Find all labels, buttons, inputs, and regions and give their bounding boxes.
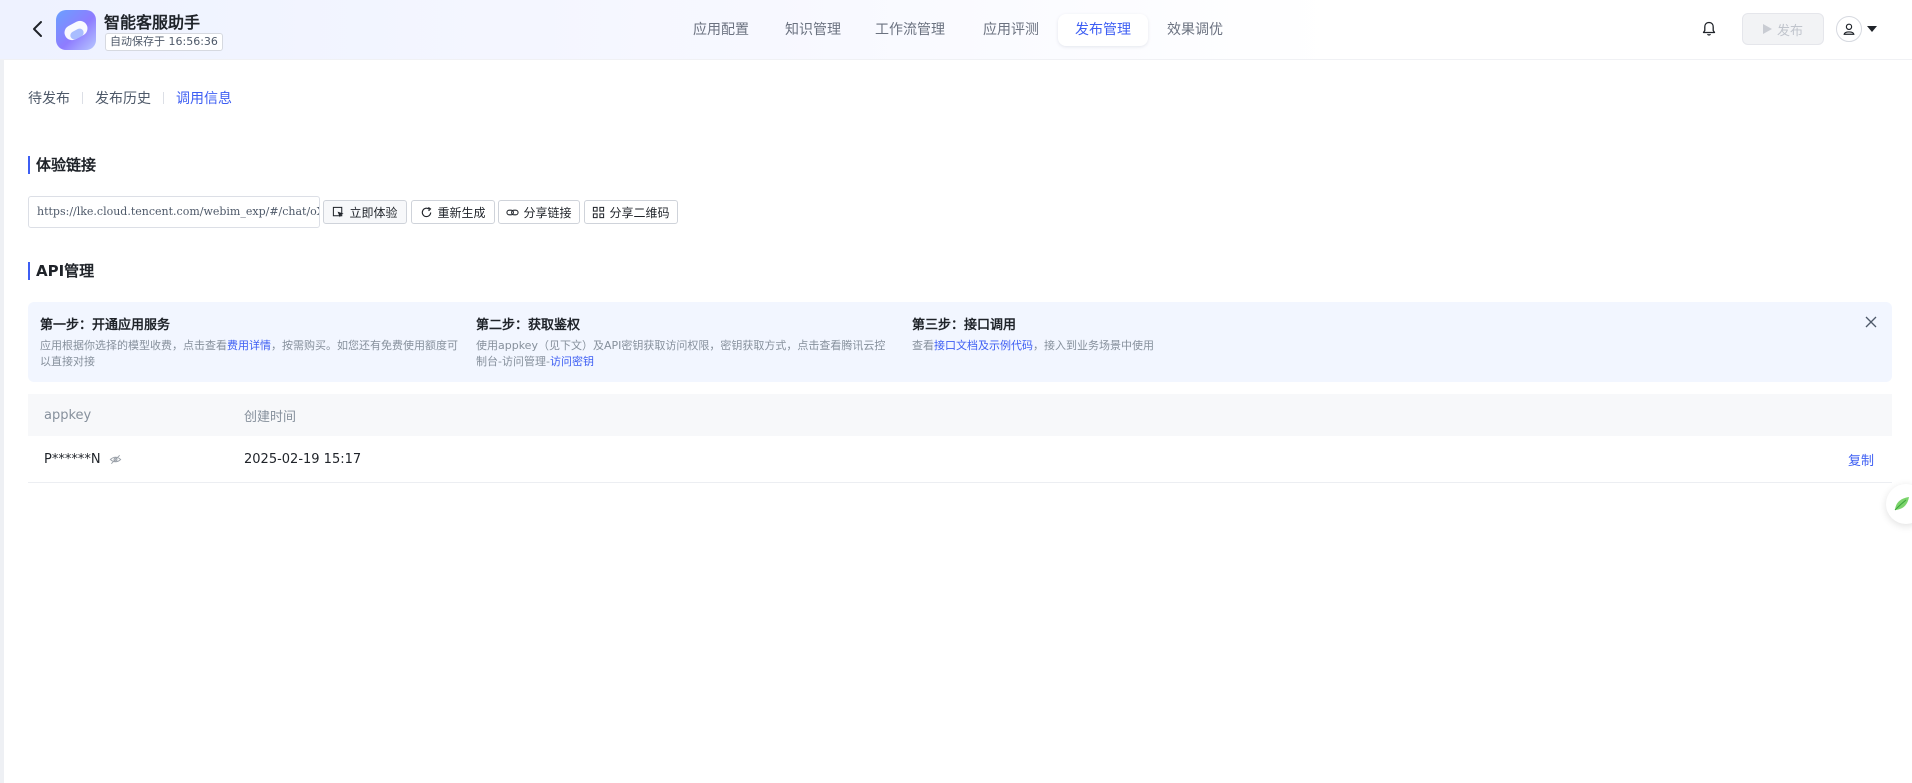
appkey-cell: P******N [44,452,122,467]
nav-evaluation[interactable]: 应用评测 [978,14,1044,46]
step-2-title: 第二步：获取鉴权 [476,318,581,333]
publish-button-label: 发布 [1776,23,1803,39]
step-2: 第二步：获取鉴权 使用appkey（见下文）及API密钥获取访问权限，密钥获取方… [476,314,896,370]
left-edge-border [0,0,4,783]
try-now-button[interactable]: 立即体验 [323,200,407,224]
regenerate-button[interactable]: 重新生成 [411,200,495,224]
api-docs-link[interactable]: 接口文档及示例代码 [934,339,1033,352]
step-1-text: 应用根据你选择的模型收费，点击查看 [40,339,227,352]
nav-app-config[interactable]: 应用配置 [688,14,754,46]
column-header-created: 创建时间 [244,409,297,425]
close-icon[interactable] [1864,314,1878,328]
try-now-label: 立即体验 [349,205,398,220]
share-link-button[interactable]: 分享链接 [498,200,580,224]
tab-divider [163,92,164,104]
share-qr-label: 分享二维码 [609,205,670,220]
step-3-desc: 查看接口文档及示例代码，接入到业务场景中使用 [912,338,1212,354]
copy-button[interactable]: 复制 [1848,450,1874,469]
access-key-link[interactable]: 访问密钥 [550,355,594,368]
nav-publish-management[interactable]: 发布管理 [1058,14,1148,46]
sub-tabs: 待发布 发布历史 调用信息 [28,88,232,108]
bell-icon[interactable] [1700,20,1718,38]
step-1-title: 第一步：开通应用服务 [40,318,171,333]
step-3-title: 第三步：接口调用 [912,318,1017,333]
step-1: 第一步：开通应用服务 应用根据你选择的模型收费，点击查看费用详情，按需购买。如您… [40,314,460,370]
experience-section-title: 体验链接 [28,156,96,174]
appkey-table: appkey 创建时间 P******N 2025-02-19 15:17 复制 [28,394,1892,483]
app-header: 智能客服助手 自动保存于 16:56:36 应用配置 知识管理 工作流管理 应用… [0,0,1912,60]
caret-down-icon[interactable] [1867,26,1877,32]
table-row: P******N 2025-02-19 15:17 复制 [28,436,1892,483]
api-steps-panel: 第一步：开通应用服务 应用根据你选择的模型收费，点击查看费用详情，按需购买。如您… [28,302,1892,382]
cursor-click-icon [333,206,345,217]
play-icon [1762,24,1772,34]
link-icon [506,209,520,215]
step-1-desc: 应用根据你选择的模型收费，点击查看费用详情，按需购买。如您还有免费使用额度可以直… [40,338,460,370]
share-link-label: 分享链接 [523,205,572,220]
appkey-value: P******N [44,451,101,467]
nav-knowledge[interactable]: 知识管理 [780,14,846,46]
tab-pending[interactable]: 待发布 [28,88,70,108]
step-3-text-tail: ，接入到业务场景中使用 [1033,339,1154,352]
column-header-appkey: appkey [44,407,92,423]
leaf-icon [1894,497,1909,511]
eye-hidden-icon[interactable] [109,453,122,466]
step-2-desc: 使用appkey（见下文）及API密钥获取访问权限，密钥获取方式，点击查看腾讯云… [476,338,896,370]
nav-tuning[interactable]: 效果调优 [1162,14,1228,46]
user-icon [1843,23,1855,35]
step-2-text: 使用appkey（见下文）及API密钥获取访问权限，密钥获取方式，点击查看腾讯云… [476,339,886,368]
tab-call-info[interactable]: 调用信息 [176,88,232,108]
experience-url-field[interactable]: https://lke.cloud.tencent.com/webim_exp/… [28,196,320,228]
top-nav: 应用配置 知识管理 工作流管理 应用评测 发布管理 效果调优 [0,14,1912,46]
step-3-text: 查看 [912,339,934,352]
floating-assistant-button[interactable] [1886,484,1912,524]
share-qr-button[interactable]: 分享二维码 [584,200,678,224]
created-time-cell: 2025-02-19 15:17 [244,451,362,467]
publish-button[interactable]: 发布 [1742,13,1824,45]
user-avatar[interactable] [1836,16,1862,42]
refresh-icon [422,206,432,217]
fee-details-link[interactable]: 费用详情 [227,339,271,352]
table-header: appkey 创建时间 [28,394,1892,436]
regenerate-label: 重新生成 [437,205,486,220]
tab-history[interactable]: 发布历史 [95,88,151,108]
nav-workflow[interactable]: 工作流管理 [870,14,950,46]
qr-code-icon [593,206,605,218]
tab-divider [82,92,83,104]
api-section-title: API管理 [28,262,94,280]
step-3: 第三步：接口调用 查看接口文档及示例代码，接入到业务场景中使用 [912,314,1212,354]
